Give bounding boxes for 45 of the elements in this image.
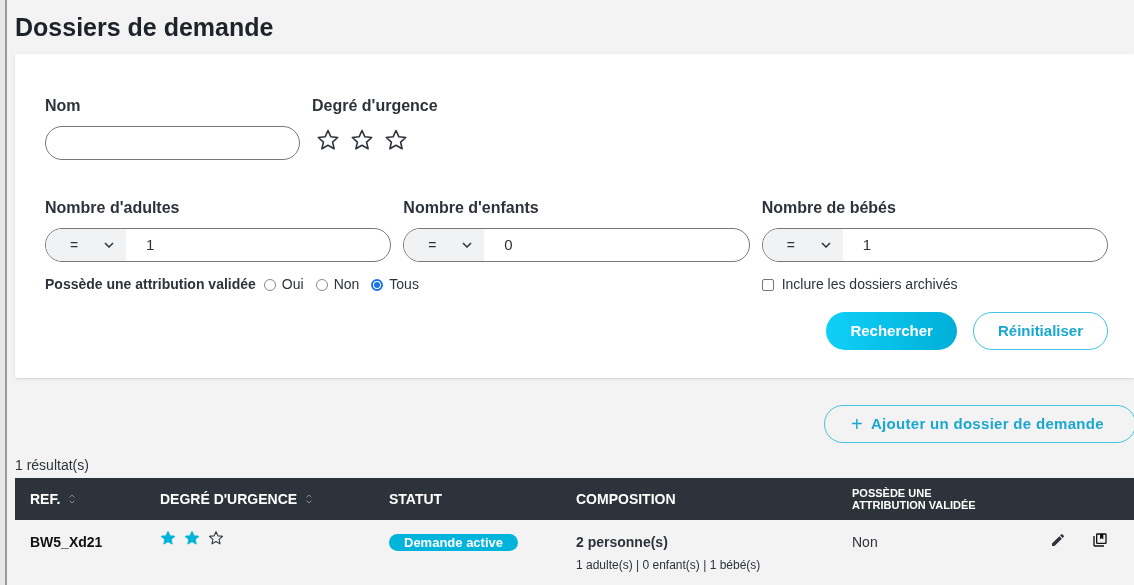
sort-icon[interactable] (68, 492, 77, 506)
page-title: Dossiers de demande (15, 12, 275, 42)
star-icon[interactable] (384, 128, 408, 152)
operator-select[interactable]: = (404, 229, 485, 261)
radio-label: Oui (281, 275, 304, 294)
star-icon[interactable] (184, 530, 200, 546)
number-value: 1 (861, 234, 871, 255)
column-header[interactable]: DEGRÉ D'URGENCE (160, 488, 298, 510)
table-cell-text: Non (852, 533, 879, 552)
field-label: Nombre de bébés (761, 198, 897, 218)
operator-select[interactable]: = (762, 229, 843, 261)
name-field[interactable] (45, 126, 300, 160)
column-header[interactable]: REF. (30, 488, 61, 510)
column-header: COMPOSITION (576, 489, 676, 509)
radio-label: Non (333, 275, 360, 294)
chevron-down-icon (820, 242, 831, 248)
star-icon[interactable] (160, 530, 176, 546)
chevron-down-icon (104, 242, 114, 248)
checkbox[interactable] (761, 278, 774, 291)
field-label: Nombre d'enfants (403, 198, 540, 218)
radio-button[interactable] (371, 278, 384, 291)
sort-icon[interactable] (305, 492, 314, 506)
column-header: STATUT (389, 489, 443, 509)
number-value: 1 (145, 234, 155, 255)
field-label: Nom (45, 96, 82, 116)
number-filter[interactable]: = 0 (403, 228, 750, 262)
status-badge: Demande active (389, 534, 518, 551)
result-count: 1 résultat(s) (15, 456, 90, 474)
star-icon[interactable] (208, 530, 224, 546)
checkbox-label: Inclure les dossiers archivés (781, 275, 958, 294)
column-header: POSSÈDE UNE ATTRIBUTION VALIDÉE (852, 487, 977, 511)
radio-group-label: Possède une attribution validée (45, 275, 256, 294)
field-label: Degré d'urgence (312, 96, 438, 116)
radio-label: Tous (389, 275, 419, 294)
number-value: 0 (503, 234, 513, 255)
star-icon[interactable] (316, 128, 340, 152)
star-icon[interactable] (350, 128, 374, 152)
operator-select[interactable]: = (46, 229, 126, 261)
field-label: Nombre d'adultes (45, 198, 181, 218)
table-cell-text: 1 adulte(s) | 0 enfant(s) | 1 bébé(s) (576, 557, 762, 574)
table-cell-text: BW5_Xd21 (30, 533, 104, 552)
chevron-down-icon (462, 242, 473, 248)
copy-icon[interactable] (1092, 532, 1108, 548)
pencil-icon[interactable] (1050, 532, 1066, 548)
table-cell-text: 2 personne(s) (576, 533, 669, 552)
